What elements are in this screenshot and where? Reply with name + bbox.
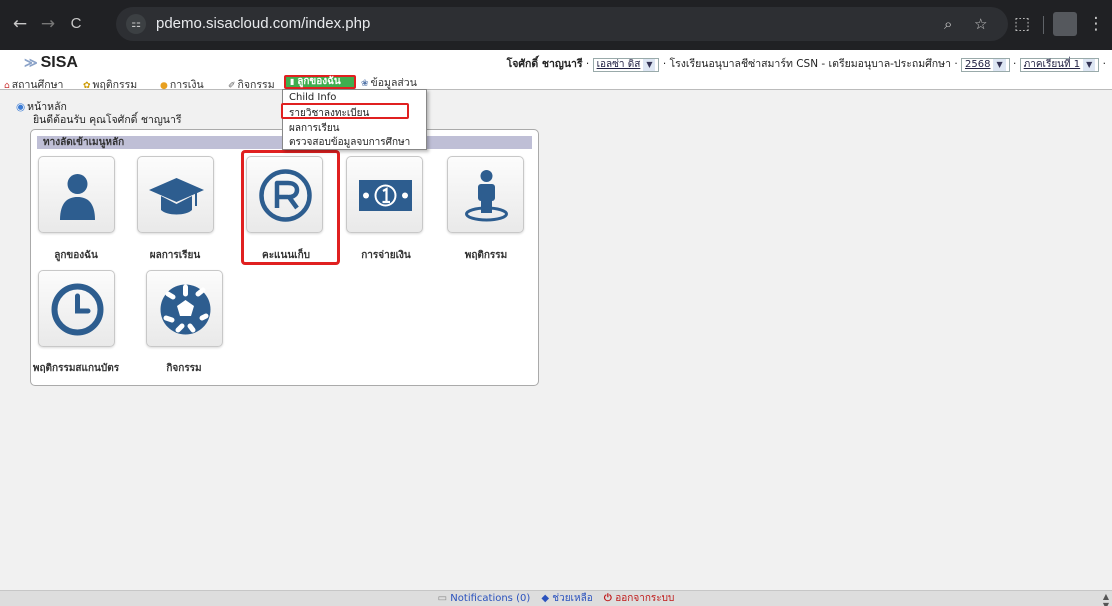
zoom-icon[interactable]: ⌕ — [944, 15, 952, 33]
user-name: โจศักดิ์ ชาญนารี — [506, 58, 583, 70]
graduation-cap-icon — [149, 178, 204, 215]
home-circle-icon: ◉ — [16, 101, 26, 113]
logout-link[interactable]: ⏻ ออกจากระบบ — [604, 593, 674, 604]
address-bar[interactable]: ⚏ pdemo.sisacloud.com/index.php ⌕ ☆ — [116, 7, 1008, 41]
dropdown-highlight — [281, 103, 409, 119]
browser-menu-icon[interactable]: ⋮ — [1082, 10, 1110, 38]
dropdown-item-graduation-check[interactable]: ตรวจสอบข้อมูลจบการศึกษา — [289, 135, 410, 150]
chevron-down-icon: ▼ — [643, 59, 656, 71]
tile-payment[interactable] — [346, 156, 423, 233]
app-header: ≫ SISA โจศักดิ์ ชาญนารี · เอลซ่า ดิส ▼ · โ… — [0, 50, 1112, 74]
scores-tile-highlight — [241, 150, 340, 265]
notifications-link[interactable]: ▭ Notifications (0) — [438, 593, 531, 604]
help-link[interactable]: ◆ ช่วยเหลือ — [541, 593, 592, 604]
extensions-icon[interactable]: ⬚ — [1008, 10, 1036, 38]
home-icon: ⌂ — [4, 81, 10, 91]
tile-behavior[interactable] — [447, 156, 524, 233]
tile-my-child[interactable] — [38, 156, 115, 233]
tile-label[interactable]: พฤติกรรม — [436, 248, 536, 263]
menu-item-behavior[interactable]: ✿ พฤติกรรม — [83, 76, 137, 93]
tile-label[interactable]: การจ่ายเงิน — [336, 248, 436, 263]
sisa-logo-icon: ≫ — [24, 55, 38, 70]
reload-icon[interactable]: C — [62, 10, 90, 38]
year-select[interactable]: 2568 ▼ — [961, 58, 1010, 72]
tile-grades[interactable] — [137, 156, 214, 233]
main-menubar: ⌂ สถานศึกษา ✿ พฤติกรรม ● การเงิน ✐ กิจกรรม ❀… — [0, 74, 1112, 93]
money-icon: ● — [160, 81, 168, 91]
behavior-icon: ✿ — [83, 81, 91, 91]
app-logo[interactable]: ≫ SISA — [24, 54, 78, 72]
tile-activity[interactable] — [146, 270, 223, 347]
browser-toolbar: ← → C ⚏ pdemo.sisacloud.com/index.php ⌕ … — [0, 0, 1112, 50]
tile-label[interactable]: ลูกของฉัน — [26, 248, 126, 263]
chevron-down-icon: ▼ — [1083, 59, 1096, 71]
footer-bar: ▭ Notifications (0) ◆ ช่วยเหลือ ⏻ ออกจาก… — [0, 590, 1112, 606]
logo-text: SISA — [40, 54, 78, 71]
tile-label[interactable]: ผลการเรียน — [125, 248, 225, 263]
tile-label[interactable]: กิจกรรม — [134, 361, 234, 376]
person-on-spot-icon — [465, 170, 508, 222]
user-context-bar: โจศักดิ์ ชาญนารี · เอลซ่า ดิส ▼ · โรงเรีย… — [506, 58, 1106, 72]
back-arrow-icon[interactable]: ← — [6, 10, 34, 38]
menu-item-my-child[interactable]: ▮ ลูกของฉัน — [284, 75, 356, 89]
profile-avatar[interactable] — [1053, 12, 1077, 36]
power-icon: ⏻ — [603, 593, 616, 604]
banknote-icon — [359, 180, 412, 211]
school-name: โรงเรียนอนุบาลชีซ่าสมาร์ท CSN - เตรียมอน… — [669, 58, 952, 70]
child-select[interactable]: เอลซ่า ดิส ▼ — [592, 58, 660, 72]
dropdown-item-grades[interactable]: ผลการเรียน — [289, 121, 340, 136]
person-icon — [60, 174, 95, 220]
tag-icon: ◆ — [541, 593, 553, 604]
my-child-dropdown: Child Info รายวิชาลงทะเบียน ผลการเรียน ต… — [282, 89, 427, 150]
chevron-down-icon: ▼ — [993, 59, 1006, 71]
menu-item-activity[interactable]: ✐ กิจกรรม — [228, 76, 275, 93]
bookmark-star-icon[interactable]: ☆ — [974, 15, 987, 33]
menu-item-finance[interactable]: ● การเงิน — [160, 76, 204, 93]
site-info-icon[interactable]: ⚏ — [126, 14, 146, 34]
profile-icon: ❀ — [361, 79, 369, 89]
forward-arrow-icon[interactable]: → — [34, 10, 62, 38]
term-select[interactable]: ภาคเรียนที่ 1 ▼ — [1019, 58, 1100, 72]
scrollbar-arrows[interactable]: ▲ ▼ — [1103, 592, 1109, 606]
clock-icon — [51, 283, 104, 336]
dropdown-item-child-info[interactable]: Child Info — [289, 92, 336, 103]
menu-item-school[interactable]: ⌂ สถานศึกษา — [4, 76, 63, 93]
soccer-ball-icon — [160, 284, 211, 335]
tile-scan-behavior[interactable] — [38, 270, 115, 347]
chat-bubble-icon: ▭ — [437, 593, 451, 604]
url-text[interactable]: pdemo.sisacloud.com/index.php — [156, 15, 370, 32]
welcome-text: ยินดีต้อนรับ คุณโจศักดิ์ ชาญนารี — [33, 114, 182, 126]
toolbar-divider — [1043, 16, 1044, 34]
activity-icon: ✐ — [228, 81, 236, 91]
tile-label[interactable]: พฤติกรรมสแกนบัตร — [26, 361, 126, 376]
